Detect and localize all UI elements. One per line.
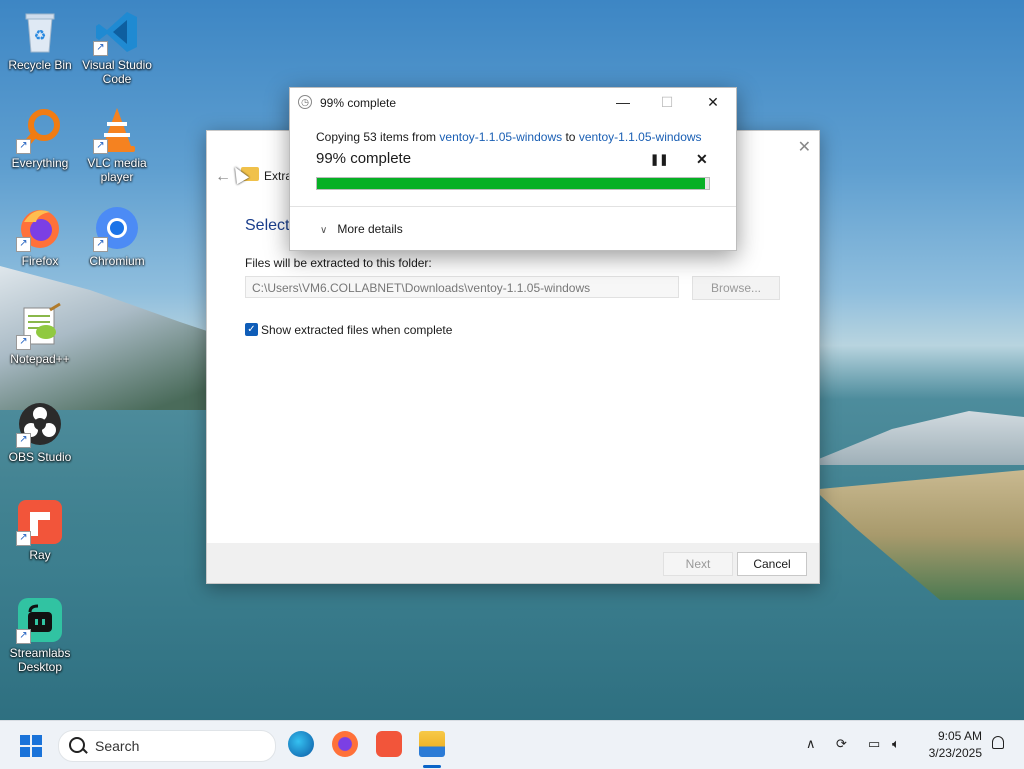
progress-clock-icon: ◷: [298, 95, 312, 109]
more-details-toggle[interactable]: ∨ More details: [320, 222, 403, 236]
wallpaper-hills: [804, 411, 1024, 465]
shortcut-arrow-icon: ↗: [93, 139, 108, 154]
shortcut-arrow-icon: ↗: [93, 41, 108, 56]
window-title: 99% complete: [320, 96, 397, 110]
chromium-icon: ↗: [93, 204, 141, 252]
dialog-footer: Next Cancel: [207, 543, 819, 583]
desktop-icon-ray[interactable]: ↗ Ray: [0, 498, 80, 562]
desktop-icon-chromium[interactable]: ↗ Chromium: [77, 204, 157, 268]
desktop-icon-label: Ray: [29, 548, 51, 562]
more-details-label: More details: [337, 222, 403, 236]
stop-icon[interactable]: ✕: [696, 151, 708, 168]
firefox-icon: ↗: [16, 204, 64, 252]
show-files-checkbox[interactable]: ✓: [245, 323, 258, 336]
desktop-icon-obs[interactable]: ↗ OBS Studio: [0, 400, 80, 464]
start-button[interactable]: [20, 735, 42, 757]
close-icon[interactable]: ✕: [698, 92, 728, 112]
shortcut-arrow-icon: ↗: [16, 237, 31, 252]
firefox-icon[interactable]: [332, 731, 358, 757]
destination-link[interactable]: ventoy-1.1.05-windows: [579, 130, 702, 144]
pause-icon[interactable]: ❚❚: [650, 153, 668, 166]
vlc-icon: ↗: [93, 106, 141, 154]
desktop-icon-firefox[interactable]: ↗ Firefox: [0, 204, 80, 268]
clock-date[interactable]: 3/23/2025: [929, 746, 982, 760]
desktop-icon-label: Firefox: [21, 254, 59, 268]
shortcut-arrow-icon: ↗: [16, 433, 31, 448]
copy-description: Copying 53 items from ventoy-1.1.05-wind…: [316, 130, 702, 144]
sync-icon[interactable]: ⟳: [836, 736, 847, 752]
windows-logo-tile: [32, 735, 42, 745]
desktop-icon-label: Notepad++: [10, 352, 70, 366]
shortcut-arrow-icon: ↗: [16, 531, 31, 546]
everything-search-icon: ↗: [16, 106, 64, 154]
search-icon: [69, 737, 85, 753]
page-heading: Select: [245, 217, 290, 234]
minimize-icon[interactable]: —: [608, 92, 638, 112]
edge-icon[interactable]: [288, 731, 314, 757]
desktop-icon-everything[interactable]: ↗ Everything: [0, 106, 80, 170]
browse-button[interactable]: Browse...: [692, 276, 780, 300]
destination-path-field[interactable]: C:\Users\VM6.COLLABNET\Downloads\ventoy-…: [245, 276, 679, 298]
desktop-icon-label: Visual Studio Code: [82, 58, 152, 86]
desktop-icon-label: OBS Studio: [8, 450, 72, 464]
progress-bar: [316, 177, 710, 190]
show-files-label[interactable]: Show extracted files when complete: [261, 323, 452, 337]
shortcut-arrow-icon: ↗: [16, 629, 31, 644]
svg-text:♻: ♻: [34, 27, 47, 43]
desktop-icon-notepadpp[interactable]: ↗ Notepad++: [0, 302, 80, 366]
desktop-icon-vlc[interactable]: ↗ VLC media player: [77, 106, 157, 184]
desktop-icon-label: Chromium: [89, 254, 145, 268]
network-icon[interactable]: ▭: [868, 736, 880, 752]
dialog-title: Extra: [264, 169, 293, 183]
next-button[interactable]: Next: [663, 552, 733, 576]
notepadpp-icon: ↗: [16, 302, 64, 350]
taskbar: Search ∧ ⟳ ▭ 🔈︎ 9:05 AM 3/23/2025: [0, 720, 1024, 769]
desktop-icon-label: Streamlabs Desktop: [9, 646, 71, 674]
percent-complete: 99% complete: [316, 150, 412, 167]
desktop-icon-recycle-bin[interactable]: ♻ Recycle Bin: [0, 8, 80, 72]
recycle-bin-icon: ♻: [16, 8, 64, 56]
streamlabs-icon: ↗: [16, 596, 64, 644]
maximize-icon: ☐: [660, 94, 674, 110]
desktop-icon-vscode[interactable]: ↗ Visual Studio Code: [77, 8, 157, 86]
cancel-button[interactable]: Cancel: [737, 552, 807, 576]
shortcut-arrow-icon: ↗: [16, 335, 31, 350]
clock-time[interactable]: 9:05 AM: [938, 729, 982, 743]
desktop-icon-label: Recycle Bin: [8, 58, 72, 72]
destination-label: Files will be extracted to this folder:: [245, 256, 432, 270]
windows-logo-tile: [20, 735, 30, 745]
volume-icon[interactable]: 🔈︎: [892, 736, 900, 752]
shortcut-arrow-icon: ↗: [16, 139, 31, 154]
search-placeholder: Search: [95, 738, 140, 754]
obs-icon: ↗: [16, 400, 64, 448]
copy-to: to: [562, 130, 579, 144]
ray-icon[interactable]: [376, 731, 402, 757]
copy-progress-dialog: ◷ 99% complete — ☐ ✕ Copying 53 items fr…: [289, 87, 737, 251]
divider: [290, 206, 736, 207]
shortcut-arrow-icon: ↗: [93, 237, 108, 252]
close-icon[interactable]: ✕: [798, 137, 811, 157]
source-link[interactable]: ventoy-1.1.05-windows: [439, 130, 562, 144]
progress-bar-fill: [317, 178, 706, 189]
chevron-down-icon: ∨: [320, 225, 328, 236]
desktop-icon-label: Everything: [11, 156, 69, 170]
desktop-icon-label: VLC media player: [87, 156, 147, 184]
title-bar: ◷ 99% complete — ☐ ✕: [290, 88, 736, 117]
file-explorer-icon[interactable]: [419, 731, 445, 757]
taskbar-search[interactable]: Search: [58, 730, 276, 762]
notification-bell-icon[interactable]: [992, 736, 1004, 749]
windows-logo-tile: [32, 747, 42, 757]
desktop-icon-streamlabs[interactable]: ↗ Streamlabs Desktop: [0, 596, 80, 674]
windows-logo-tile: [20, 747, 30, 757]
copy-prefix: Copying 53 items from: [316, 130, 440, 144]
vscode-icon: ↗: [93, 8, 141, 56]
ray-icon: ↗: [16, 498, 64, 546]
chevron-up-icon[interactable]: ∧: [806, 736, 816, 752]
